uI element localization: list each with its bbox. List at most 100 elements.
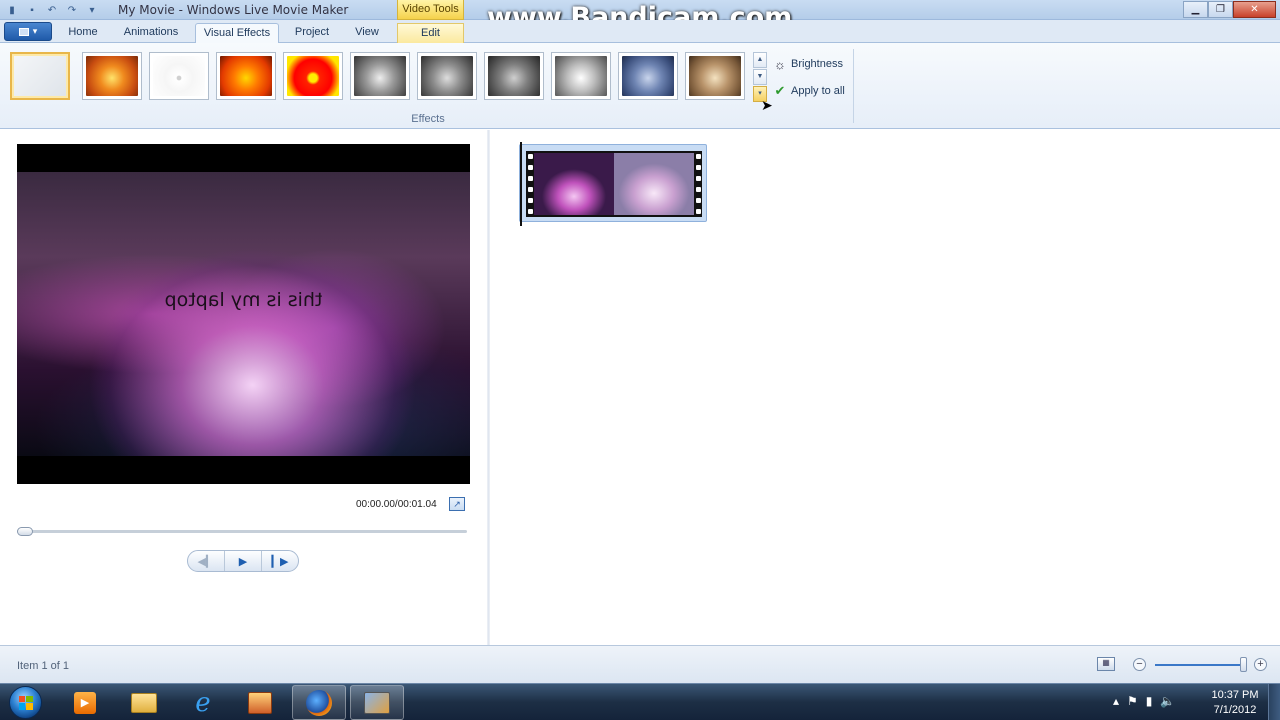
system-tray: ▴ ⚑ ▮ 🔈 [1113,694,1175,708]
play-button[interactable]: ▶ [225,551,262,571]
windows-logo-icon [18,695,33,710]
zoom-out-button[interactable]: − [1133,658,1146,671]
internet-explorer-taskbar-button[interactable]: e [176,685,230,720]
ribbon-tab-row: ▾ Home Animations Visual Effects Project… [0,20,1280,43]
clip-frame [534,153,614,215]
video-caption-text: this is my laptop [164,289,323,311]
sun-icon: ☼ [774,56,786,72]
item-count: Item 1 of 1 [17,660,69,672]
clock-date: 7/1/2012 [1213,704,1257,716]
apply-to-all-button[interactable]: ✔ Apply to all [773,83,845,98]
no-effect-thumbnail [14,56,66,96]
apply-all-check-icon: ✔ [774,83,786,98]
tab-animations[interactable]: Animations [114,23,188,43]
tab-view[interactable]: View [345,23,389,43]
brightness-button[interactable]: ☼ Brightness [773,56,843,72]
flower-image [689,56,741,96]
movie-maker-taskbar-button[interactable] [350,685,404,720]
storyboard [490,130,1280,645]
flower-image [354,56,406,96]
redo-icon[interactable]: ↷ [64,2,80,18]
effects-group-label: Effects [411,113,445,125]
app-taskbar-button[interactable] [233,685,287,720]
zoom-in-button[interactable]: + [1254,658,1267,671]
firefox-icon [306,689,332,716]
video-preview[interactable]: this is my laptop [17,144,470,484]
playback-controls: ◀▎ ▶ ▎▶ [187,550,299,572]
seek-thumb[interactable] [17,527,33,536]
effect-no-effect[interactable] [10,52,70,100]
flower-image [86,56,138,96]
film-perforations [526,151,534,217]
effect-thumbnail[interactable] [417,52,477,100]
internet-explorer-icon: e [195,687,211,718]
effect-thumbnail[interactable] [484,52,544,100]
maximize-button[interactable]: ❐ [1208,1,1233,18]
save-icon[interactable]: ▪ [24,2,40,18]
app-icon[interactable]: ▮ [4,2,20,18]
movie-maker-icon [364,691,390,714]
video-clip[interactable] [519,144,707,222]
ribbon: ▲ ▼ ▾ ☼ Brightness ✔ Apply to all Effect… [0,43,1280,129]
volume-icon[interactable]: 🔈 [1160,694,1175,708]
timecode: 00:00.00/00:01.04 [356,499,437,510]
action-center-icon[interactable]: ⚑ [1127,694,1138,708]
flower-image [220,56,272,96]
next-frame-button[interactable]: ▎▶ [262,551,298,571]
zoom-slider-thumb[interactable] [1240,657,1247,672]
zoom-slider-track[interactable] [1155,664,1245,666]
previous-frame-button[interactable]: ◀▎ [188,551,225,571]
effect-thumbnail[interactable] [350,52,410,100]
gallery-scroll-down-button[interactable]: ▼ [753,69,767,85]
application-menu-button[interactable]: ▾ [4,22,52,41]
effect-thumbnail[interactable] [149,52,209,100]
close-button[interactable]: ✕ [1233,1,1276,18]
title-bar: ▮ ▪ ↶ ↷ ▾ My Movie - Windows Live Movie … [0,0,1280,33]
effect-thumbnail[interactable] [283,52,343,100]
tab-edit[interactable]: Edit [397,23,464,43]
thumbnail-size-icon[interactable]: ▦ [1097,657,1115,671]
effect-thumbnail[interactable] [216,52,276,100]
explorer-taskbar-button[interactable] [117,685,171,720]
flower-image [287,56,339,96]
mouse-pointer-icon: ➤ [761,97,773,113]
filmstrip [526,151,702,217]
fullscreen-preview-button[interactable]: ↗ [449,497,465,511]
ribbon-group-divider [853,49,854,123]
show-hidden-icons-icon[interactable]: ▴ [1113,694,1119,708]
effect-thumbnail[interactable] [82,52,142,100]
preview-pane: this is my laptop 00:00.00/00:01.04 ↗ ◀▎… [0,130,487,645]
effect-thumbnail[interactable] [551,52,611,100]
flower-image [421,56,473,96]
clock[interactable]: 10:37 PM 7/1/2012 [1205,688,1265,718]
firefox-taskbar-button[interactable] [292,685,346,720]
undo-icon[interactable]: ↶ [44,2,60,18]
effect-thumbnail[interactable] [685,52,745,100]
apply-to-all-label: Apply to all [791,85,845,97]
flower-image [622,56,674,96]
brightness-label: Brightness [791,58,843,70]
effects-gallery [10,52,756,102]
chevron-down-icon: ▾ [32,26,38,36]
network-icon[interactable]: ▮ [1146,694,1153,708]
tab-home[interactable]: Home [57,23,109,43]
playhead[interactable] [520,142,522,226]
tab-project[interactable]: Project [285,23,339,43]
document-icon [18,27,29,36]
film-perforations [694,151,702,217]
window-title: My Movie - Windows Live Movie Maker [118,3,349,17]
status-bar: Item 1 of 1 ▦ − + [0,645,1280,683]
minimize-button[interactable]: ▁ [1183,1,1208,18]
effect-thumbnail[interactable] [618,52,678,100]
gallery-scroll-up-button[interactable]: ▲ [753,52,767,68]
customize-qat-icon[interactable]: ▾ [84,2,100,18]
aurora-background-image [17,172,470,456]
tab-visual-effects[interactable]: Visual Effects [195,23,279,43]
seek-bar[interactable] [17,530,467,533]
show-desktop-button[interactable] [1268,684,1280,720]
start-button[interactable] [9,686,42,719]
window-controls: ▁ ❐ ✕ [1183,1,1276,18]
gallery-scroll-controls: ▲ ▼ ▾ [753,52,767,103]
media-player-taskbar-button[interactable]: ▶ [58,685,112,720]
folder-icon [131,692,157,713]
